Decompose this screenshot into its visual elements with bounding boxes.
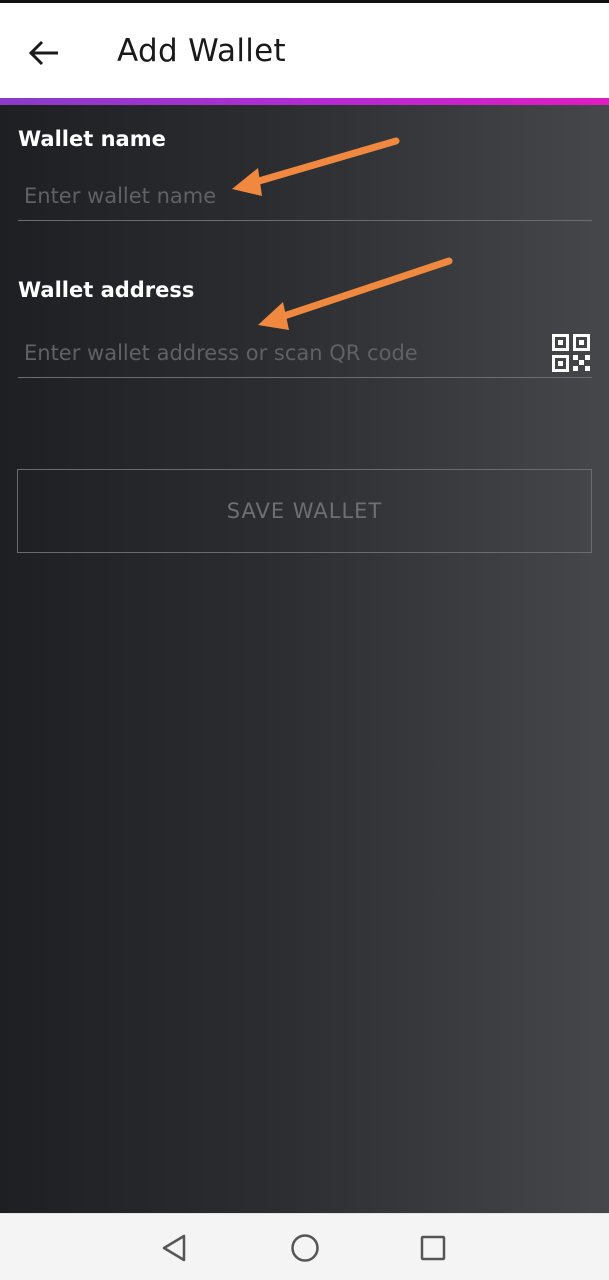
page-title: Add Wallet	[117, 33, 286, 69]
wallet-address-label: Wallet address	[18, 278, 195, 302]
arrow-left-icon	[28, 40, 58, 66]
scan-qr-button[interactable]	[551, 333, 591, 373]
nav-home-button[interactable]	[285, 1228, 325, 1268]
square-recents-icon	[420, 1235, 446, 1261]
wallet-name-label: Wallet name	[18, 127, 166, 151]
nav-recents-button[interactable]	[413, 1228, 453, 1268]
save-wallet-button[interactable]: SAVE WALLET	[17, 469, 592, 553]
add-wallet-form: Wallet name Wallet address SAVE WALLET	[0, 105, 609, 1213]
qr-code-icon	[552, 334, 590, 372]
circle-home-icon	[291, 1234, 319, 1262]
accent-bar	[0, 98, 609, 105]
back-button[interactable]	[22, 31, 66, 75]
triangle-back-icon	[162, 1234, 186, 1262]
app-bar: Add Wallet	[0, 0, 609, 98]
system-nav-bar	[0, 1213, 609, 1280]
wallet-name-input[interactable]	[18, 171, 592, 221]
wallet-address-input[interactable]	[18, 328, 592, 378]
nav-back-button[interactable]	[154, 1228, 194, 1268]
